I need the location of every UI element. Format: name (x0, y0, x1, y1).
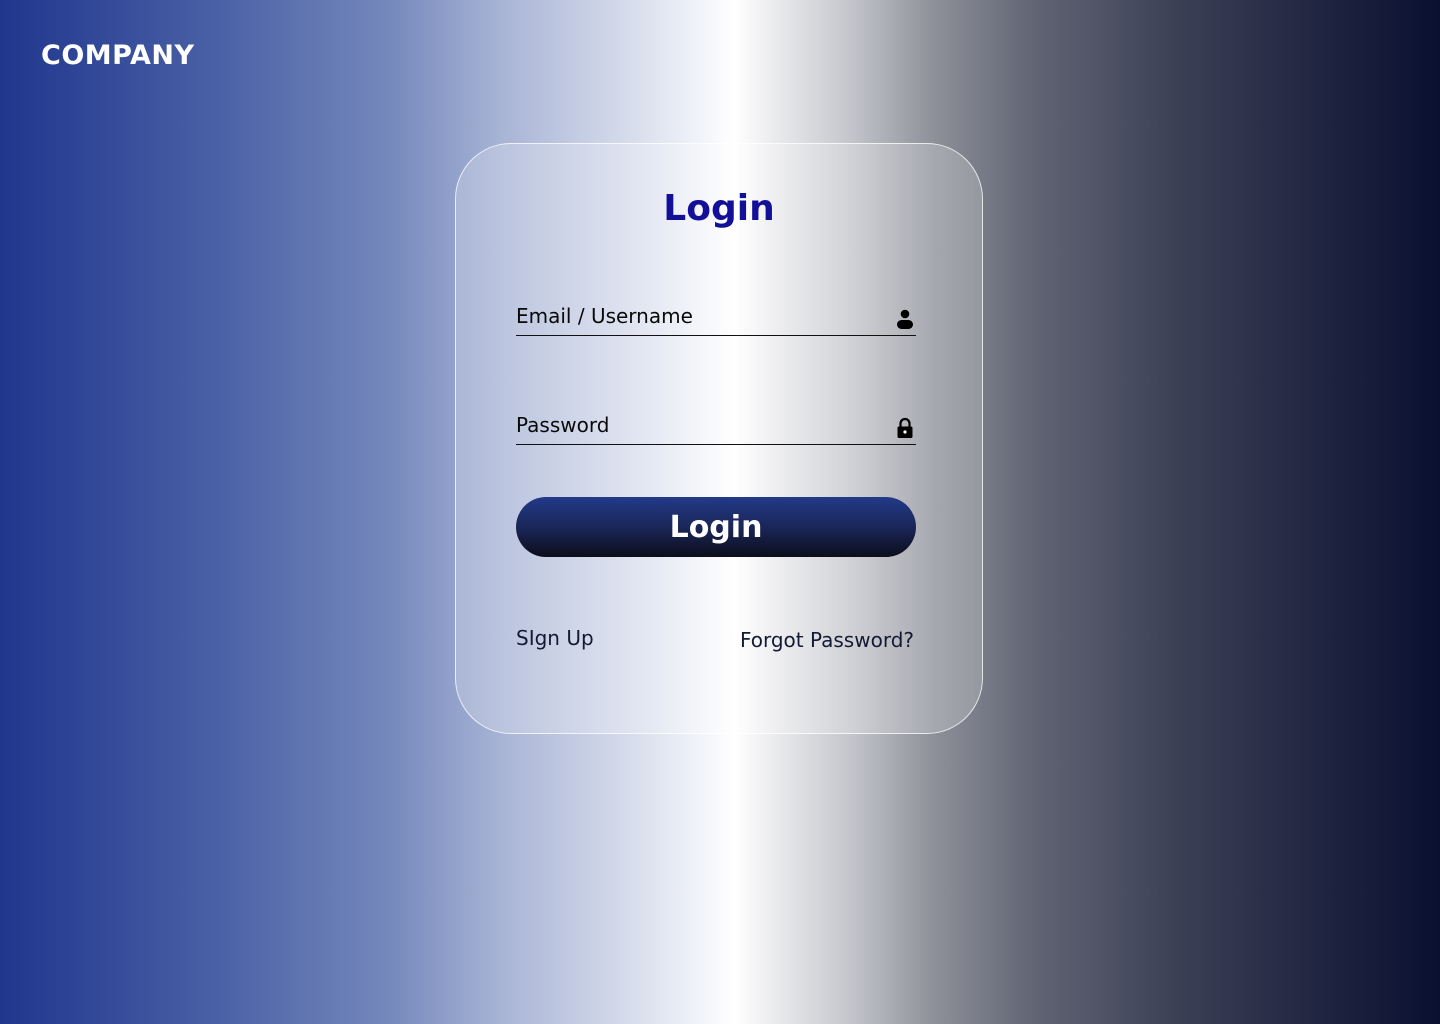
login-card: Login Email / Username Password Login SI… (455, 143, 983, 734)
email-username-field[interactable]: Email / Username (516, 299, 916, 336)
lock-icon (896, 417, 914, 439)
login-button[interactable]: Login (516, 497, 916, 557)
password-field[interactable]: Password (516, 408, 916, 445)
forgot-password-link[interactable]: Forgot Password? (740, 628, 914, 652)
user-icon (896, 308, 914, 330)
login-title: Login (663, 188, 775, 229)
password-label: Password (516, 413, 610, 437)
email-username-label: Email / Username (516, 304, 693, 328)
sign-up-link[interactable]: SIgn Up (516, 626, 594, 650)
company-logo: COMPANY (41, 40, 195, 71)
